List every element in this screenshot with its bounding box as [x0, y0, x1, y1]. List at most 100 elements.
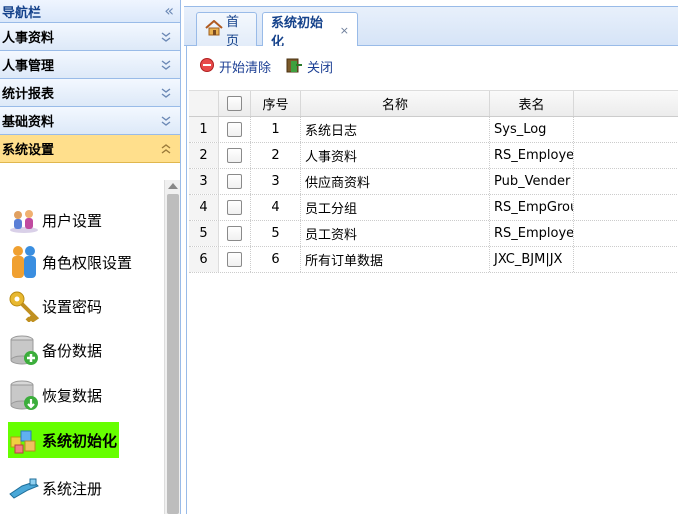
table-row[interactable]: 2 2 人事资料 RS_Employe: [189, 143, 678, 169]
menu-item-role-permissions[interactable]: 角色权限设置: [8, 244, 132, 280]
cell-filler: [574, 117, 678, 142]
menu-item-set-password[interactable]: 设置密码: [8, 288, 102, 324]
table-row[interactable]: 3 3 供应商资料 Pub_Vender: [189, 169, 678, 195]
content-panel: 开始清除 关闭 序号 名称 表名 1 1 系统日志 Sys_Log 2 2 人事资料 RS_E: [186, 46, 678, 514]
section-label: 系统设置: [2, 143, 55, 158]
people-roles-icon: [8, 246, 40, 278]
row-number: 3: [189, 169, 219, 194]
cell-name: 员工资料: [301, 221, 490, 246]
section-statistics[interactable]: 统计报表: [0, 79, 180, 107]
start-clear-button[interactable]: 开始清除: [199, 57, 271, 77]
tab-system-init[interactable]: 系统初始化 ×: [262, 12, 358, 50]
cell-name: 供应商资料: [301, 169, 490, 194]
collapse-chevron-icon: [160, 143, 172, 155]
row-number: 6: [189, 247, 219, 272]
data-grid: 序号 名称 表名 1 1 系统日志 Sys_Log 2 2 人事资料 RS_Employe 3 3…: [189, 90, 678, 273]
row-number: 4: [189, 195, 219, 220]
cell-table: RS_EmpGrou: [490, 195, 574, 220]
cell-filler: [574, 195, 678, 220]
menu-item-label: 系统注册: [42, 479, 103, 498]
navigation-panel: 导航栏 « 人事资料 人事管理 统计报表 基础资料 系统设置 用户设置 角色权限: [0, 0, 181, 514]
main-area: 首页 系统初始化 × 开始清除 关闭 序号 名称 表名 1 1 系统日志 Sys…: [184, 0, 678, 514]
grid-header-row: 序号 名称 表名: [189, 90, 678, 117]
scroll-up-arrow-icon[interactable]: [168, 183, 178, 189]
menu-item-backup-data[interactable]: 备份数据: [8, 332, 102, 368]
row-checkbox[interactable]: [227, 226, 242, 241]
row-checkbox[interactable]: [227, 200, 242, 215]
cell-no: 3: [251, 169, 301, 194]
users-icon: [8, 204, 40, 236]
header-table[interactable]: 表名: [490, 91, 574, 116]
table-row[interactable]: 5 5 员工资料 RS_Employe: [189, 221, 678, 247]
cell-filler: [574, 221, 678, 246]
row-checkbox-cell: [219, 169, 251, 194]
cell-name: 人事资料: [301, 143, 490, 168]
row-checkbox-cell: [219, 117, 251, 142]
menu-item-system-register[interactable]: 系统注册: [8, 470, 102, 506]
menu-scrollbar[interactable]: [164, 180, 180, 514]
toolbar: 开始清除 关闭: [187, 46, 678, 88]
row-checkbox-cell: [219, 221, 251, 246]
section-hr-data[interactable]: 人事资料: [0, 23, 180, 51]
cubes-icon: [8, 424, 40, 456]
menu-item-label: 用户设置: [42, 211, 103, 230]
row-number: 5: [189, 221, 219, 246]
tab-strip: 首页 系统初始化 ×: [184, 6, 678, 50]
cell-name: 系统日志: [301, 117, 490, 142]
menu-item-restore-data[interactable]: 恢复数据: [8, 377, 102, 413]
cell-filler: [574, 247, 678, 272]
table-row[interactable]: 1 1 系统日志 Sys_Log: [189, 117, 678, 143]
nav-header: 导航栏 «: [0, 0, 180, 23]
row-checkbox-cell: [219, 143, 251, 168]
menu-item-user-settings[interactable]: 用户设置: [8, 202, 102, 238]
cell-table: RS_Employe: [490, 143, 574, 168]
row-number-header: [189, 91, 219, 116]
tab-home[interactable]: 首页: [196, 12, 257, 49]
row-checkbox[interactable]: [227, 122, 242, 137]
button-label: 开始清除: [219, 61, 272, 76]
row-checkbox[interactable]: [227, 252, 242, 267]
header-name[interactable]: 名称: [301, 91, 490, 116]
cell-no: 4: [251, 195, 301, 220]
exit-door-icon: [285, 57, 303, 77]
cell-no: 1: [251, 117, 301, 142]
cell-name: 员工分组: [301, 195, 490, 220]
menu-item-label: 恢复数据: [42, 386, 103, 405]
table-row[interactable]: 4 4 员工分组 RS_EmpGrou: [189, 195, 678, 221]
system-settings-menu: 用户设置 角色权限设置 设置密码 备份数据 恢复数据 系统初始化 系统注册: [0, 180, 180, 514]
header-filler: [574, 91, 678, 116]
menu-item-label: 系统初始化: [42, 431, 118, 450]
register-tool-icon: [8, 472, 40, 504]
row-checkbox-cell: [219, 247, 251, 272]
cell-no: 6: [251, 247, 301, 272]
row-number: 2: [189, 143, 219, 168]
close-button[interactable]: 关闭: [285, 57, 333, 77]
expand-chevron-icon: [160, 87, 172, 99]
row-checkbox[interactable]: [227, 148, 242, 163]
expand-chevron-icon: [160, 31, 172, 43]
section-system-settings[interactable]: 系统设置: [0, 135, 180, 163]
scrollbar-thumb[interactable]: [167, 194, 179, 514]
header-no[interactable]: 序号: [251, 91, 301, 116]
close-tab-icon[interactable]: ×: [340, 24, 349, 37]
section-label: 人事管理: [2, 59, 55, 74]
row-checkbox[interactable]: [227, 174, 242, 189]
select-all-checkbox[interactable]: [227, 96, 242, 111]
row-number: 1: [189, 117, 219, 142]
section-basic-data[interactable]: 基础资料: [0, 107, 180, 135]
menu-item-system-init[interactable]: 系统初始化: [8, 422, 120, 458]
section-label: 统计报表: [2, 87, 55, 102]
table-row[interactable]: 6 6 所有订单数据 JXC_BJM|JX: [189, 247, 678, 273]
collapse-panel-icon[interactable]: «: [164, 3, 174, 19]
select-all-checkbox-cell: [219, 91, 251, 116]
remove-icon: [199, 57, 215, 77]
section-label: 人事资料: [2, 31, 55, 46]
cell-filler: [574, 169, 678, 194]
menu-item-label: 备份数据: [42, 341, 103, 360]
tab-label: 系统初始化: [271, 15, 324, 50]
cell-table: Pub_Vender: [490, 169, 574, 194]
home-icon: [205, 19, 223, 40]
menu-item-label: 角色权限设置: [42, 253, 133, 272]
section-hr-management[interactable]: 人事管理: [0, 51, 180, 79]
key-icon: [8, 290, 40, 322]
